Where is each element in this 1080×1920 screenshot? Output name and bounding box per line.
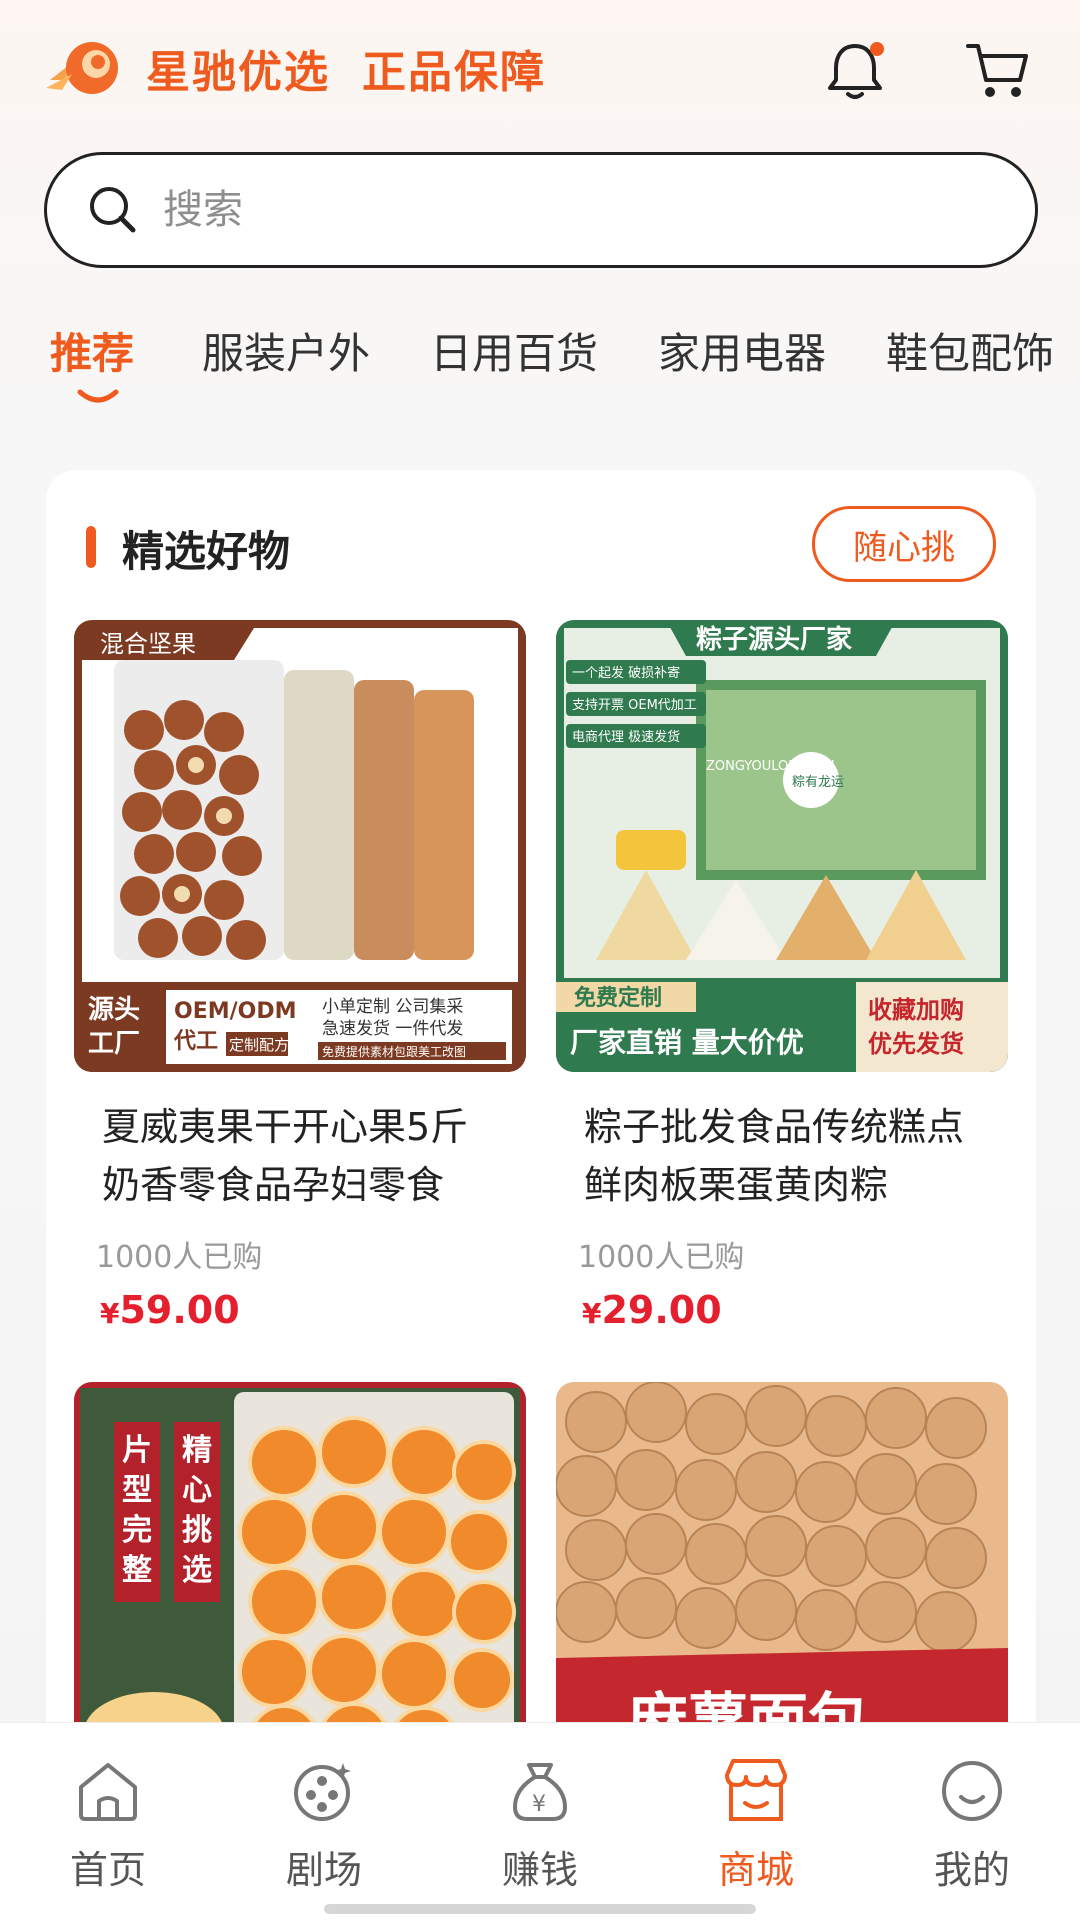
profile-icon <box>942 1761 1002 1821</box>
tab-recommend[interactable]: 推荐 <box>50 320 134 381</box>
svg-text:完: 完 <box>122 1513 152 1548</box>
dried-orange-image: 片型完整 精心挑选 <box>74 1382 526 1772</box>
product-card[interactable]: 麻薯面包 <box>556 1382 1008 1772</box>
tab-mall-label: 商城 <box>717 1848 794 1892</box>
oem2-label: 代工 <box>173 1029 218 1054</box>
tab-home[interactable]: 首页 <box>28 1753 188 1894</box>
cart-icon <box>966 44 1028 97</box>
product-image: 混合坚果 源头 工厂 OEM/ODM 代工 定制配方 小单定制 公司集采 急速发… <box>74 620 526 1072</box>
mall-page: 星驰优选 正品保障 推荐 服装户外 日用百货 家 <box>0 0 1080 1920</box>
product-price: ¥29.00 <box>582 1288 722 1332</box>
tab-profile[interactable]: 我的 <box>892 1753 1052 1894</box>
search-bar[interactable] <box>44 152 1038 268</box>
brand-name: 星驰优选 <box>146 47 330 98</box>
brand: 星驰优选 正品保障 <box>44 36 546 100</box>
film-reel-icon <box>294 1763 351 1821</box>
product-image: 片型完整 精心挑选 <box>74 1382 526 1772</box>
search-icon <box>90 187 136 233</box>
bottom-tab-bar: 首页 剧场 ¥ 赚钱 商城 我的 <box>0 1722 1080 1920</box>
home-indicator <box>324 1904 756 1914</box>
zongzi-image: 粽子源头厂家 ZONGYOULONGYUN 粽有龙运 一个起发 破损补寄 支持开… <box>556 620 1008 1072</box>
product-title: 粽子批发食品传统糕点鲜肉板栗蛋黄肉粽 <box>584 1105 965 1207</box>
mixed-nuts-image: 混合坚果 源头 工厂 OEM/ODM 代工 定制配方 小单定制 公司集采 急速发… <box>74 620 526 1072</box>
product-card[interactable]: 混合坚果 源头 工厂 OEM/ODM 代工 定制配方 小单定制 公司集采 急速发… <box>74 620 526 1340</box>
tab-theater[interactable]: 剧场 <box>244 1753 404 1894</box>
svg-text:型: 型 <box>122 1473 152 1508</box>
app-header: 星驰优选 正品保障 <box>0 0 1080 140</box>
feature-line-3: 免费提供素材包跟美工改图 <box>322 1044 466 1059</box>
svg-text:选: 选 <box>182 1553 212 1588</box>
brand-tagline: 正品保障 <box>362 47 546 98</box>
tab-earn[interactable]: ¥ 赚钱 <box>460 1753 620 1894</box>
product-card[interactable]: 片型完整 精心挑选 <box>74 1382 526 1772</box>
svg-text:¥: ¥ <box>532 1792 546 1817</box>
section-header: 精选好物 随心挑 <box>46 470 1036 610</box>
money-bag-icon: ¥ <box>512 1763 568 1821</box>
svg-text:整: 整 <box>122 1553 152 1588</box>
tag-2: 支持开票 OEM代加工 <box>572 698 697 713</box>
brand-logo-icon <box>46 42 118 94</box>
price-value: 29.00 <box>601 1288 722 1332</box>
tab-shoes-bags[interactable]: 鞋包配饰 <box>886 320 1054 381</box>
product-image: 粽子源头厂家 ZONGYOULONGYUN 粽有龙运 一个起发 破损补寄 支持开… <box>556 620 1008 1072</box>
cart-button[interactable] <box>962 36 1032 106</box>
category-tabs: 推荐 服装户外 日用百货 家用电器 鞋包配饰 <box>0 320 1080 420</box>
price-value: 59.00 <box>119 1288 240 1332</box>
top-banner-label: 粽子源头厂家 <box>696 624 852 655</box>
product-image: 麻薯面包 <box>556 1382 1008 1772</box>
home-icon <box>79 1763 137 1821</box>
tab-theater-label: 剧场 <box>285 1848 362 1892</box>
box-seal-label: 粽有龙运 <box>792 775 844 790</box>
tag-1: 一个起发 破损补寄 <box>572 665 680 681</box>
product-sold-count: 1000人已购 <box>578 1240 745 1275</box>
svg-text:挑: 挑 <box>182 1513 212 1548</box>
section-title: 精选好物 <box>122 527 291 576</box>
section-accent-bar <box>86 526 96 568</box>
svg-text:片: 片 <box>122 1433 152 1468</box>
currency-symbol: ¥ <box>100 1297 120 1330</box>
product-card[interactable]: 粽子源头厂家 ZONGYOULONGYUN 粽有龙运 一个起发 破损补寄 支持开… <box>556 620 1008 1340</box>
store-icon <box>725 1759 787 1821</box>
feature-line-1: 小单定制 公司集采 <box>322 997 463 1017</box>
feature-line-2: 急速发货 一件代发 <box>322 1019 463 1039</box>
search-input[interactable] <box>163 187 863 233</box>
oem3-label: 定制配方 <box>229 1036 289 1054</box>
tab-apparel-outdoor[interactable]: 服装户外 <box>202 320 370 381</box>
fav-label-1: 收藏加购 <box>868 996 964 1024</box>
tag-3: 电商代理 极速发货 <box>572 729 680 745</box>
featured-section: 精选好物 随心挑 混合坚果 源头 工厂 OEM/ODM 代工 定制配方 小单定制… <box>46 470 1036 1772</box>
corner-label: 混合坚果 <box>100 630 196 658</box>
notification-dot <box>870 42 884 56</box>
tab-profile-label: 我的 <box>933 1848 1010 1892</box>
tab-home-appliances[interactable]: 家用电器 <box>658 320 826 381</box>
svg-text:精: 精 <box>182 1433 212 1468</box>
notification-button[interactable] <box>820 36 890 106</box>
svg-text:工厂: 工厂 <box>88 1029 140 1059</box>
tab-earn-label: 赚钱 <box>501 1848 578 1892</box>
tab-home-label: 首页 <box>69 1848 146 1892</box>
product-price: ¥59.00 <box>100 1288 240 1332</box>
tab-daily-goods[interactable]: 日用百货 <box>430 320 598 381</box>
fav-label-2: 优先发货 <box>868 1030 964 1058</box>
tab-mall[interactable]: 商城 <box>676 1753 836 1894</box>
mochi-bread-image: 麻薯面包 <box>556 1382 1008 1772</box>
svg-text:心: 心 <box>182 1473 212 1508</box>
random-pick-button[interactable]: 随心挑 <box>812 506 996 582</box>
active-tab-indicator <box>77 389 119 403</box>
svg-text:源头: 源头 <box>88 995 140 1025</box>
oem-label: OEM/ODM <box>174 999 297 1024</box>
free-custom-label: 免费定制 <box>574 985 662 1011</box>
product-title: 夏威夷果干开心果5斤奶香零食品孕妇零食 <box>102 1105 469 1207</box>
bottom-banner-label: 厂家直销 量大价优 <box>570 1026 804 1059</box>
currency-symbol: ¥ <box>582 1297 602 1330</box>
product-sold-count: 1000人已购 <box>96 1240 263 1275</box>
